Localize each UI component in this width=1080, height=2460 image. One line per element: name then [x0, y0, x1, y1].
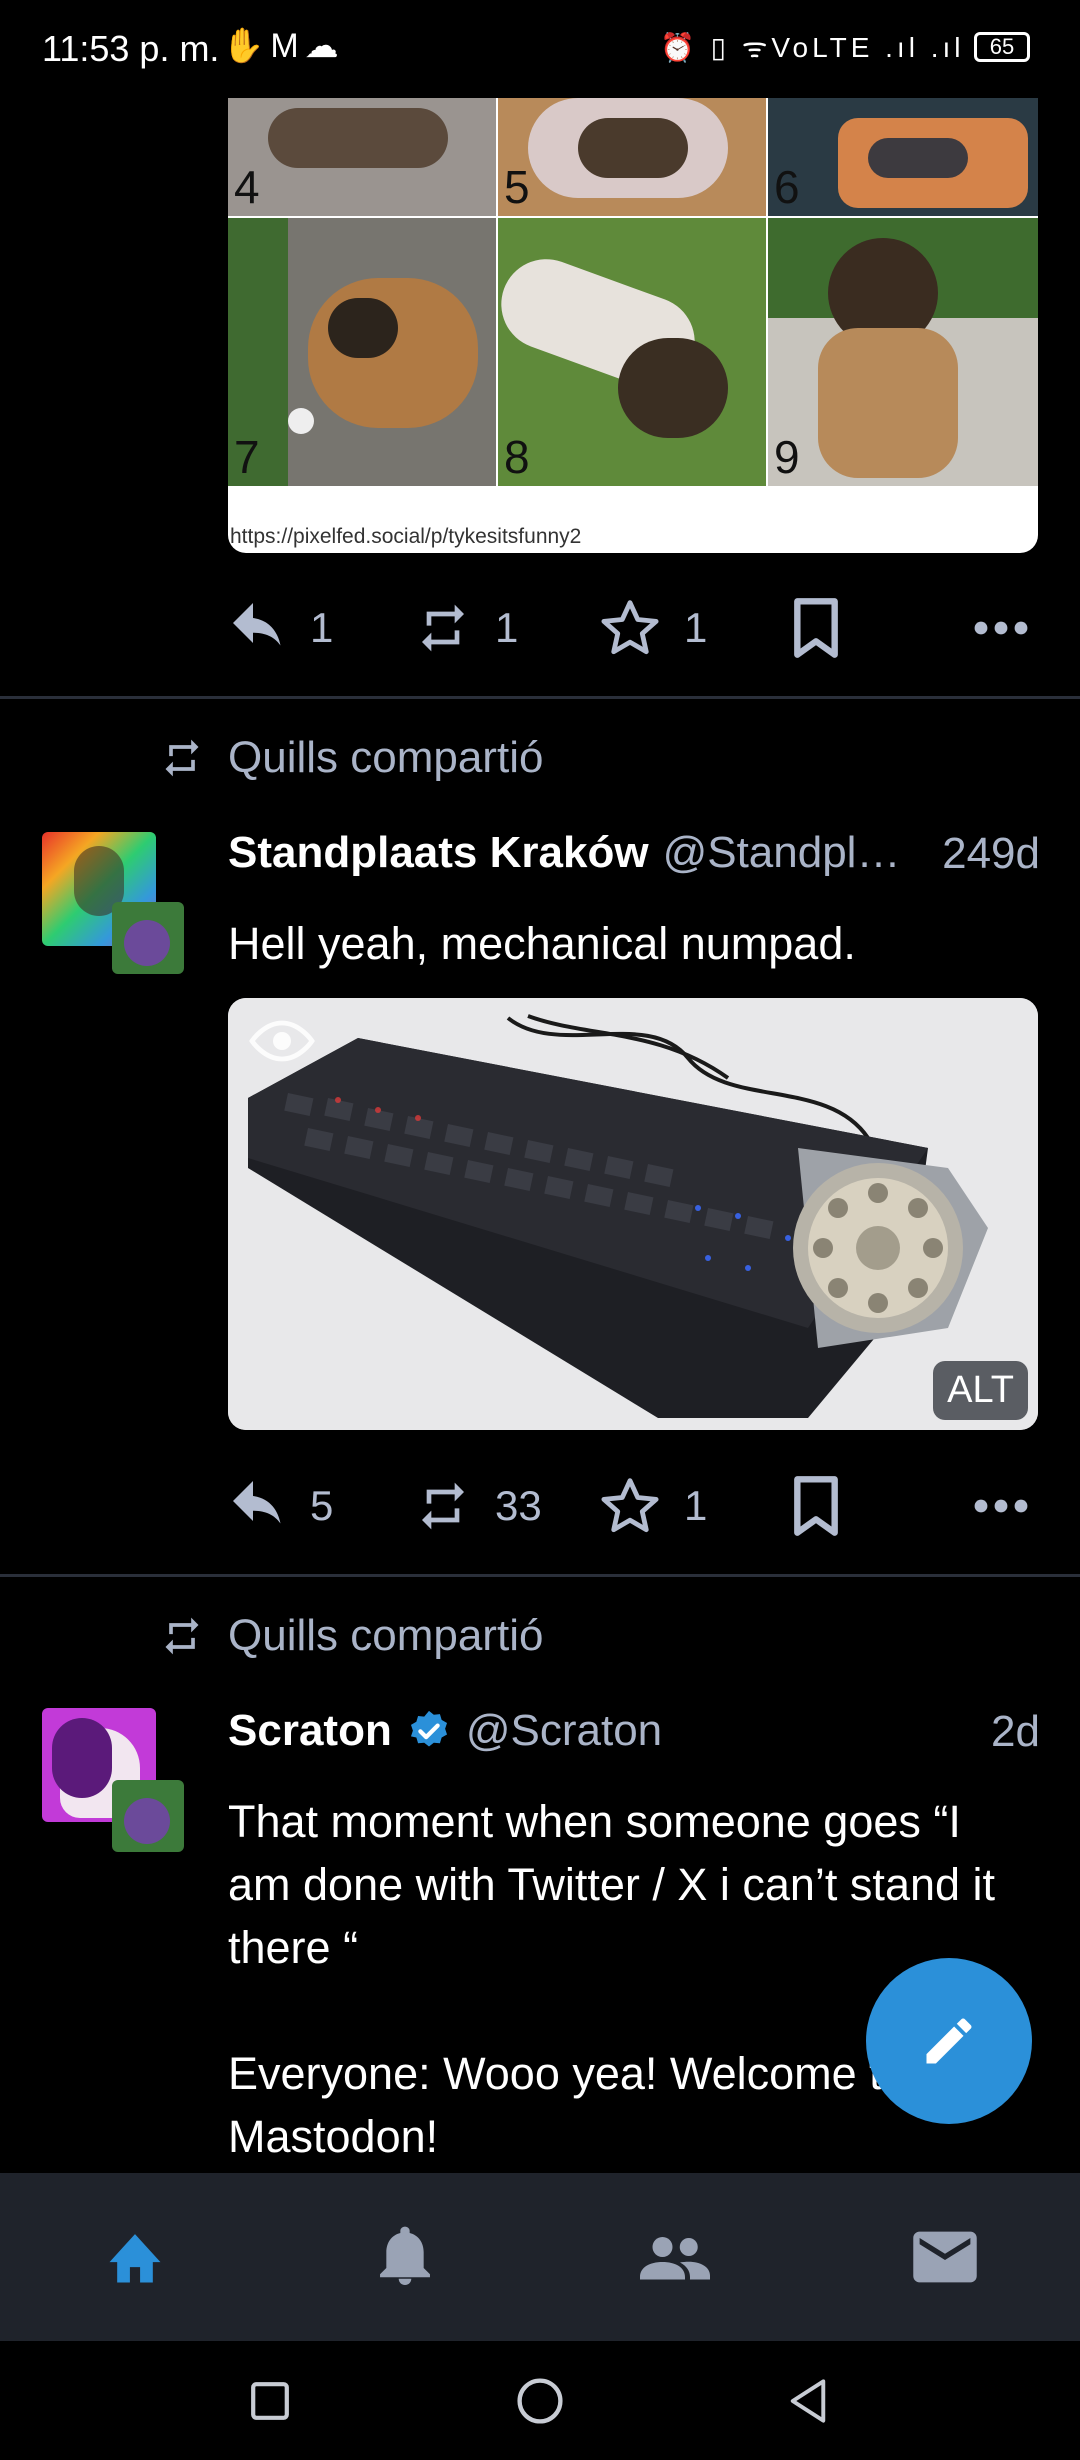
collage-cell-5: 5	[498, 98, 766, 216]
collage-caption-url: https://pixelfed.social/p/tykesitsfunny2	[230, 525, 582, 548]
reply-icon	[233, 603, 281, 646]
people-icon	[640, 2237, 710, 2280]
system-navigation-bar	[0, 2342, 1080, 2460]
post-header[interactable]: Scraton @Scraton 2d	[228, 1701, 1040, 1761]
back-button[interactable]	[708, 2342, 908, 2460]
post-header[interactable]: Standplaats Kraków @Standpl… 249d	[228, 823, 1040, 883]
keyboard-photo	[228, 998, 1038, 1430]
post-media-collage[interactable]: 4 5 6 7 8 9 https://pixelfed.social/p/ty…	[228, 98, 1038, 553]
boosted-by-label: Quills compartió	[228, 733, 544, 782]
reply-button[interactable]: 1	[228, 588, 333, 668]
notifications-icon	[380, 2226, 430, 2285]
collage-number: 5	[504, 161, 530, 213]
hide-media-icon[interactable]	[246, 1016, 318, 1071]
circle-home-icon	[517, 2378, 563, 2424]
nav-messages[interactable]	[810, 2173, 1080, 2341]
messages-icon	[913, 2231, 977, 2283]
post-time: 249d	[942, 829, 1040, 878]
bookmark-icon	[794, 1476, 838, 1536]
collage-number: 4	[234, 161, 260, 213]
more-icon	[974, 621, 1028, 635]
post-content: Hell yeah, mechanical numpad.	[228, 918, 856, 969]
pencil-icon	[926, 2018, 972, 2064]
more-options-button[interactable]	[973, 1466, 1029, 1546]
boosted-by-row[interactable]: Quills compartió	[160, 728, 543, 788]
bookmark-button[interactable]	[788, 1466, 844, 1546]
compose-button[interactable]	[866, 1958, 1032, 2124]
collage-number: 9	[774, 431, 800, 483]
home-icon	[109, 2234, 161, 2283]
status-time: 11:53 p. m.	[42, 28, 220, 69]
favourite-button[interactable]: 1	[598, 1466, 707, 1546]
back-triangle-icon	[790, 2379, 826, 2423]
star-icon	[601, 600, 659, 655]
collage-cell-6: 6	[768, 98, 1038, 216]
verified-icon	[410, 1710, 447, 1747]
more-options-button[interactable]	[973, 588, 1029, 668]
post-actions: 5 33 1	[228, 1466, 1038, 1546]
home-system-button[interactable]	[440, 2342, 640, 2460]
reply-button[interactable]: 5	[228, 1466, 333, 1546]
favourite-button[interactable]: 1	[598, 588, 707, 668]
reply-count: 5	[310, 1482, 334, 1529]
bookmark-button[interactable]	[788, 588, 844, 668]
battery-icon: 65	[974, 32, 1030, 62]
boost-icon	[422, 604, 464, 652]
collage-number: 8	[504, 431, 530, 483]
boosted-by-label: Quills compartió	[228, 1611, 544, 1660]
post-divider	[0, 1574, 1080, 1577]
star-icon	[601, 1478, 659, 1533]
nav-home[interactable]	[0, 2173, 270, 2341]
notification-icons: ✋M☁	[222, 27, 345, 65]
post-actions: 1 1 1	[228, 588, 1038, 668]
reply-icon	[233, 1481, 281, 1524]
boost-button[interactable]: 1	[413, 588, 518, 668]
boost-count: 1	[495, 604, 519, 651]
display-name: Standplaats Kraków	[228, 828, 649, 877]
system-status-icons: ⏰ ▯ ᯤVoLTE .ıl .ıl	[660, 32, 965, 63]
alt-text-badge[interactable]: ALT	[933, 1361, 1028, 1420]
reply-count: 1	[310, 604, 334, 651]
bookmark-icon	[794, 598, 838, 658]
collage-cell-9: 9	[768, 218, 1038, 486]
favourite-count: 1	[684, 1482, 708, 1529]
collage-number: 6	[774, 161, 800, 213]
collage-cell-7: 7	[228, 218, 496, 486]
boost-icon	[165, 739, 199, 777]
nav-notifications[interactable]	[270, 2173, 540, 2341]
nav-people[interactable]	[540, 2173, 810, 2341]
user-handle: @Standpl…	[662, 828, 901, 877]
boost-button[interactable]: 33	[413, 1466, 542, 1546]
user-handle: @Scraton	[465, 1706, 663, 1755]
collage-cell-8: 8	[498, 218, 766, 486]
post-time: 2d	[991, 1707, 1040, 1756]
collage-number: 7	[234, 431, 260, 483]
post-media-image[interactable]: ALT	[228, 998, 1038, 1430]
more-icon	[974, 1499, 1028, 1513]
display-name: Scraton	[228, 1706, 392, 1755]
booster-avatar[interactable]	[112, 1780, 184, 1852]
boosted-by-row[interactable]: Quills compartió	[160, 1606, 543, 1666]
booster-avatar[interactable]	[112, 902, 184, 974]
boost-icon	[165, 1617, 199, 1655]
collage-cell-4: 4	[228, 98, 496, 216]
status-bar: 11:53 p. m. ✋M☁ ⏰ ▯ ᯤVoLTE .ıl .ıl 65	[0, 0, 1080, 95]
bottom-navigation	[0, 2173, 1080, 2341]
favourite-count: 1	[684, 604, 708, 651]
recents-icon	[251, 2382, 289, 2420]
boost-count: 33	[495, 1482, 542, 1529]
boost-icon	[422, 1482, 464, 1530]
recents-button[interactable]	[170, 2342, 370, 2460]
post-divider	[0, 696, 1080, 699]
